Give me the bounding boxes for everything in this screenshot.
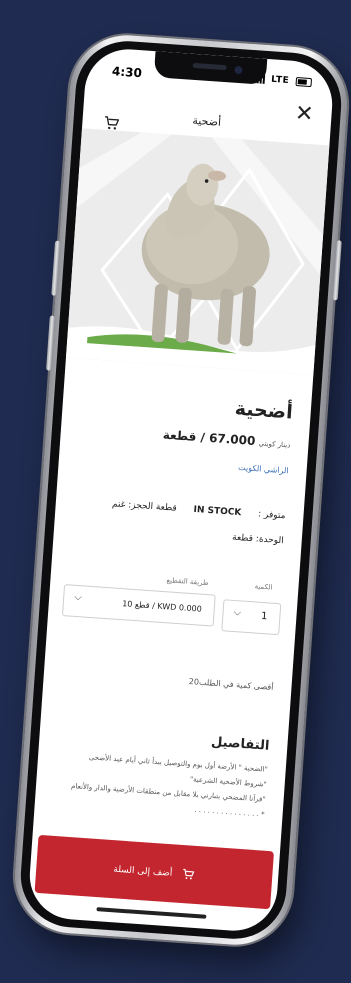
details-line: * . . . . . . . . . . . . . . . (194, 805, 265, 819)
stock-value: IN STOCK (193, 504, 242, 519)
details-line: "شروط الأضحية الشرعية" (189, 775, 267, 789)
cut-method-value: 10 قطع / KWD 0.000 (121, 599, 203, 614)
max-quantity-note: أقصى كمية في الطلب20 (188, 677, 274, 692)
add-to-cart-row: أضف إلى السلة (36, 857, 272, 887)
speaker-grille (192, 62, 227, 71)
promo-stage: 4:30 LTE ✕ أضحية أضحية دينار كويتي 67.00… (0, 0, 351, 983)
seller-link[interactable]: الراشي الكويت (238, 463, 289, 476)
cut-method-select[interactable]: 10 قطع / KWD 0.000 ⌵ (61, 584, 216, 627)
unit-label: الوحدة: قطعة (231, 532, 285, 547)
details-title: التفاصيل (210, 734, 270, 754)
add-to-cart-button[interactable]: أضف إلى السلة (34, 834, 275, 910)
chevron-down-icon: ⌵ (73, 591, 83, 604)
cart-icon (183, 868, 195, 880)
chevron-down-icon: ⌵ (233, 606, 242, 619)
status-time: 4:30 (111, 64, 143, 81)
details-line: "الضحية " الأرضة أول يوم والتوصيل يبدأ ث… (88, 753, 268, 774)
product-price: دينار كويتي 67.000 / قطعة (162, 428, 291, 451)
battery-icon (295, 76, 313, 87)
home-indicator[interactable] (96, 907, 207, 919)
front-camera (234, 65, 243, 75)
quantity-label: الكمية (254, 582, 273, 592)
sheep-illustration (65, 128, 330, 375)
quantity-value: 1 (260, 610, 268, 623)
stock-label: متوفر : (257, 509, 286, 522)
product-image (65, 128, 330, 375)
size-label: قطعة الحجز: غنم (111, 499, 178, 514)
price-value: 67.000 / قطعة (162, 427, 256, 449)
add-to-cart-label: أضف إلى السلة (113, 864, 173, 879)
product-name: أضحية (234, 397, 294, 424)
price-currency: دينار كويتي (258, 439, 291, 450)
phone-mockup: 4:30 LTE ✕ أضحية أضحية دينار كويتي 67.00… (10, 31, 351, 949)
stock-row: متوفر : IN STOCK قطعة الحجز: غنم (98, 498, 286, 521)
cut-method-label: طريقة التقطيع (166, 576, 209, 588)
network-label: LTE (270, 74, 290, 87)
quantity-select[interactable]: 1 ⌵ (221, 599, 282, 636)
